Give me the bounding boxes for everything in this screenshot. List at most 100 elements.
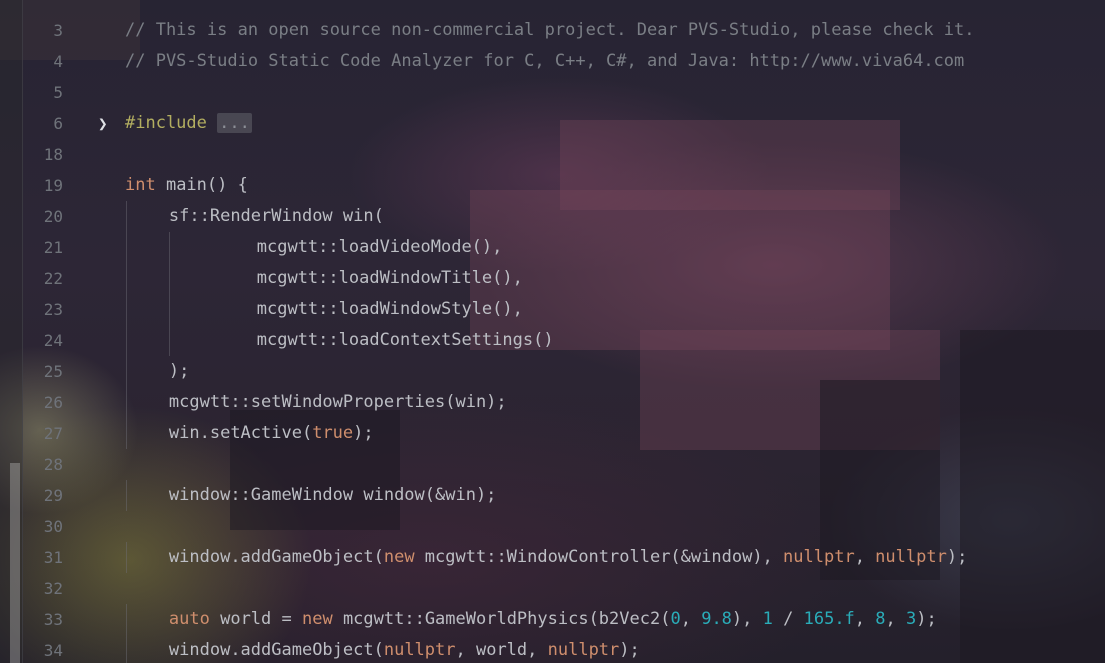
code-token: mcgwtt::loadContextSettings() (256, 330, 554, 350)
code-line[interactable]: 22 mcgwtt::loadWindowTitle(), (0, 263, 1105, 294)
code-line[interactable]: 29 window::GameWindow window(&win); (0, 480, 1105, 511)
code-token: // PVS-Studio Static Code Analyzer for C… (125, 51, 965, 71)
code-token: int (125, 175, 156, 195)
code-token: 165.f (803, 609, 855, 629)
line-number[interactable]: 28 (22, 449, 63, 480)
line-number[interactable]: 5 (22, 77, 63, 108)
folded-region-placeholder[interactable]: ... (217, 113, 252, 133)
code-text[interactable]: window::GameWindow window(&win); (169, 480, 497, 511)
line-number[interactable]: 23 (22, 294, 63, 325)
code-token: ); (353, 423, 374, 443)
code-token: 9.8 (701, 609, 732, 629)
line-number[interactable]: 34 (22, 635, 63, 663)
code-token: ); (619, 640, 640, 660)
indent-guide (125, 542, 127, 573)
code-text[interactable]: // PVS-Studio Static Code Analyzer for C… (125, 46, 964, 77)
code-token: ); (916, 609, 937, 629)
code-line[interactable]: 27 win.setActive(true); (0, 418, 1105, 449)
code-line[interactable]: 18 (0, 139, 1105, 170)
line-number[interactable]: 29 (22, 480, 63, 511)
code-text[interactable]: window.addGameObject(new mcgwtt::WindowC… (169, 542, 967, 573)
code-token: ), (731, 609, 763, 629)
line-number[interactable]: 33 (22, 604, 63, 635)
fold-expand-chevron-icon[interactable]: ❯ (98, 108, 108, 139)
indent-guide (125, 604, 127, 635)
code-line[interactable]: 25); (0, 356, 1105, 387)
code-text[interactable]: mcgwtt::loadWindowStyle(), (257, 294, 523, 325)
code-line[interactable]: 3 // This is an open source non-commercia… (0, 15, 1105, 46)
line-number[interactable]: 32 (22, 573, 63, 604)
code-token: nullptr (783, 547, 855, 567)
line-number[interactable]: 4 (22, 46, 63, 77)
line-number[interactable]: 25 (22, 356, 63, 387)
code-token: 3 (906, 609, 917, 629)
code-line[interactable]: 21 mcgwtt::loadVideoMode(), (0, 232, 1105, 263)
line-number[interactable]: 19 (22, 170, 63, 201)
indent-guide (125, 480, 127, 511)
line-number[interactable]: 26 (22, 387, 63, 418)
line-number[interactable]: 24 (22, 325, 63, 356)
code-line[interactable]: 26 mcgwtt::setWindowProperties(win); (0, 387, 1105, 418)
code-token: ); (168, 361, 190, 381)
code-line[interactable]: 28 (0, 449, 1105, 480)
code-token: / (772, 609, 804, 629)
code-token: 0 (670, 609, 681, 629)
code-token: , (885, 609, 907, 629)
code-token: , world, (455, 640, 548, 660)
indent-guide (169, 263, 171, 294)
code-token: window.addGameObject( (168, 547, 384, 567)
code-token: mcgwtt::loadWindowStyle(), (256, 299, 523, 319)
code-token: main() { (155, 175, 248, 195)
code-text[interactable]: mcgwtt::loadWindowTitle(), (257, 263, 523, 294)
line-number[interactable]: 6 (22, 108, 63, 139)
code-line[interactable]: 31 window.addGameObject(new mcgwtt::Windo… (0, 542, 1105, 573)
line-number[interactable]: 31 (22, 542, 63, 573)
code-token: nullptr (383, 640, 456, 660)
code-token: true (312, 423, 354, 443)
code-line[interactable]: 6 ❯ #include ... (0, 108, 1105, 139)
line-number[interactable]: 30 (22, 511, 63, 542)
code-text[interactable]: window.addGameObject(nullptr, world, nul… (169, 635, 640, 663)
code-token: #include (125, 113, 207, 133)
code-line[interactable]: 5 (0, 77, 1105, 108)
code-line[interactable]: 4 // PVS-Studio Static Code Analyzer for … (0, 46, 1105, 77)
line-number[interactable]: 20 (22, 201, 63, 232)
code-text[interactable]: sf::RenderWindow win( (169, 201, 384, 232)
code-text[interactable]: // This is an open source non-commercial… (125, 15, 975, 46)
line-number[interactable]: 3 (22, 15, 63, 46)
code-text[interactable]: auto world = new mcgwtt::GameWorldPhysic… (169, 604, 937, 635)
code-line[interactable]: 34 window.addGameObject(nullptr, world, n… (0, 635, 1105, 663)
indent-guide (125, 356, 127, 387)
code-token: sf::RenderWindow win( (168, 206, 384, 226)
code-token: win.setActive( (168, 423, 313, 443)
line-number[interactable]: 18 (22, 139, 63, 170)
code-line[interactable]: 24 mcgwtt::loadContextSettings() (0, 325, 1105, 356)
code-text[interactable]: int main() { (125, 170, 248, 201)
line-number[interactable]: 27 (22, 418, 63, 449)
code-token: ); (946, 547, 968, 567)
line-number[interactable]: 22 (22, 263, 63, 294)
code-text[interactable]: mcgwtt::loadContextSettings() (257, 325, 554, 356)
code-token: nullptr (547, 640, 620, 660)
indent-guide (169, 232, 171, 263)
code-editor[interactable]: 3 // This is an open source non-commercia… (0, 0, 1105, 663)
code-token: 8 (875, 609, 886, 629)
indent-guide (125, 294, 127, 325)
code-line[interactable]: 19 int main() { (0, 170, 1105, 201)
code-line[interactable]: 32 (0, 573, 1105, 604)
code-token: window.addGameObject( (168, 640, 384, 660)
code-line[interactable]: 23 mcgwtt::loadWindowStyle(), (0, 294, 1105, 325)
code-text[interactable]: mcgwtt::setWindowProperties(win); (169, 387, 507, 418)
code-token: mcgwtt::WindowController(&window), (414, 547, 784, 567)
code-text[interactable]: #include ... (125, 108, 252, 139)
code-token: window::GameWindow window(&win); (168, 485, 497, 505)
code-token: 1 (762, 609, 773, 629)
indent-guide (125, 325, 127, 356)
code-text[interactable]: ); (169, 356, 189, 387)
code-text[interactable]: win.setActive(true); (169, 418, 374, 449)
code-line[interactable]: 30 (0, 511, 1105, 542)
code-text[interactable]: mcgwtt::loadVideoMode(), (257, 232, 503, 263)
code-line[interactable]: 33 auto world = new mcgwtt::GameWorldPhys… (0, 604, 1105, 635)
line-number[interactable]: 21 (22, 232, 63, 263)
code-line[interactable]: 20 sf::RenderWindow win( (0, 201, 1105, 232)
